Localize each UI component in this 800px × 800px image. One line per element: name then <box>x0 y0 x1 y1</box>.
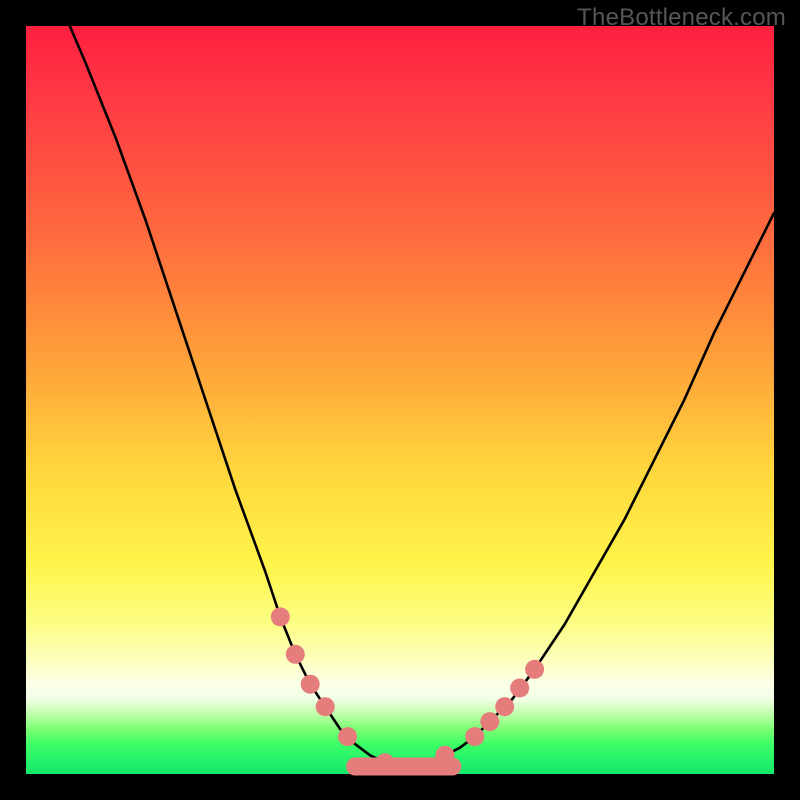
marker-dot <box>376 753 395 772</box>
curve-svg <box>26 26 774 774</box>
curve-right-curve <box>400 213 774 767</box>
marker-dot <box>495 697 514 716</box>
marker-dot <box>435 746 454 765</box>
marker-dot <box>510 679 529 698</box>
marker-dot <box>271 607 290 626</box>
marker-dot <box>480 712 499 731</box>
curve-left-curve <box>63 11 400 767</box>
marker-dot <box>316 697 335 716</box>
marker-dot <box>465 727 484 746</box>
plot-area <box>26 26 774 774</box>
marker-dot <box>301 675 320 694</box>
marker-dot <box>338 727 357 746</box>
marker-group <box>271 607 544 775</box>
marker-dot <box>286 645 305 664</box>
curve-group <box>63 11 774 767</box>
chart-frame: TheBottleneck.com <box>0 0 800 800</box>
marker-dot <box>525 660 544 679</box>
